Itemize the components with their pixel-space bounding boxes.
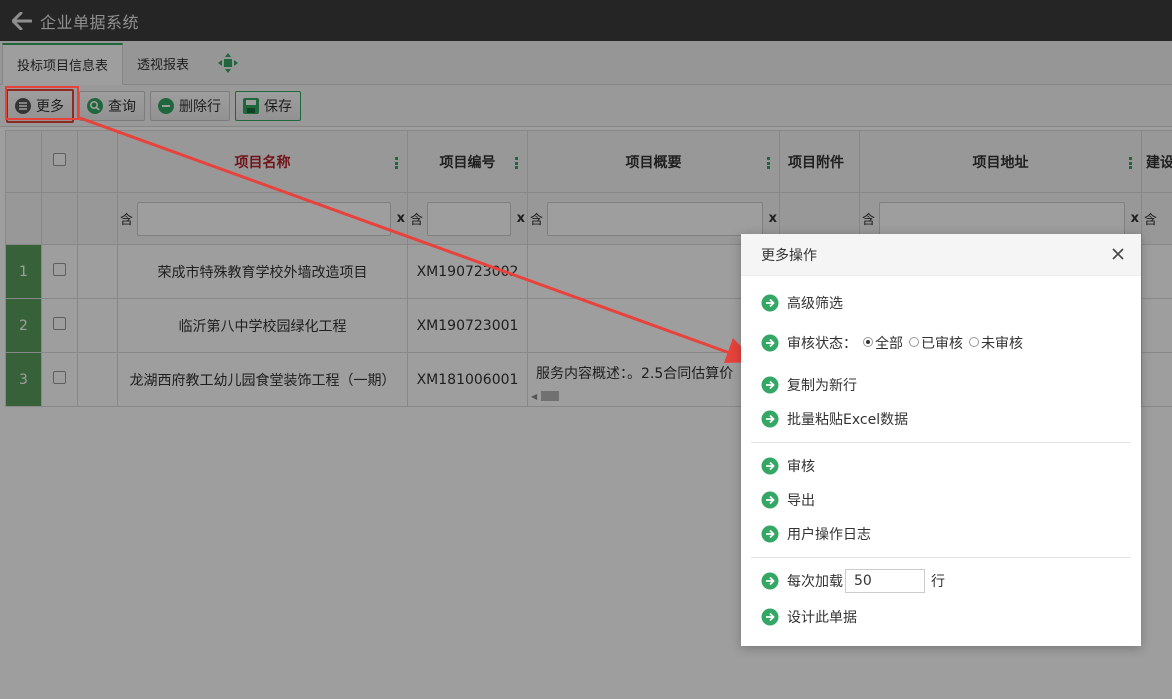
menu-item-per-load: 每次加载 50 行	[751, 564, 1131, 598]
arrow-right-circle-icon	[761, 294, 779, 312]
arrow-right-circle-icon	[761, 410, 779, 428]
menu-item-label: 审核	[787, 459, 815, 475]
arrow-right-circle-icon	[761, 491, 779, 509]
more-actions-dialog: 更多操作 高级筛选 审核状态： 全部 已审核 未审核 复制为新行 批量粘贴Exc…	[741, 234, 1141, 646]
menu-item-advanced-filter[interactable]: 高级筛选	[751, 286, 1131, 320]
menu-divider	[751, 557, 1131, 558]
radio-audit-done[interactable]	[909, 337, 919, 347]
arrow-right-circle-icon	[761, 457, 779, 475]
more-button-highlight	[5, 86, 79, 120]
arrow-right-circle-icon	[761, 334, 779, 352]
close-icon[interactable]	[1109, 245, 1127, 263]
dialog-header: 更多操作	[741, 234, 1141, 276]
menu-item-label: 设计此单据	[787, 610, 857, 626]
radio-label[interactable]: 未审核	[981, 333, 1023, 353]
radio-audit-all[interactable]	[863, 337, 873, 347]
per-load-label: 每次加载	[787, 574, 843, 590]
menu-divider	[751, 442, 1131, 443]
menu-item-label: 高级筛选	[787, 296, 843, 312]
dialog-title: 更多操作	[761, 247, 817, 264]
menu-item-paste-excel[interactable]: 批量粘贴Excel数据	[751, 402, 1131, 436]
per-load-input[interactable]: 50	[845, 569, 925, 593]
menu-item-export[interactable]: 导出	[751, 483, 1131, 517]
arrow-right-circle-icon	[761, 525, 779, 543]
radio-label[interactable]: 全部	[875, 333, 903, 353]
radio-audit-pending[interactable]	[969, 337, 979, 347]
menu-item-label: 导出	[787, 493, 815, 509]
arrow-right-circle-icon	[761, 572, 779, 590]
menu-item-label: 复制为新行	[787, 378, 857, 394]
per-load-unit: 行	[931, 574, 945, 590]
menu-item-label: 用户操作日志	[787, 527, 871, 543]
menu-item-label: 批量粘贴Excel数据	[787, 412, 909, 428]
menu-item-audit-status: 审核状态： 全部 已审核 未审核	[751, 326, 1131, 360]
menu-item-user-log[interactable]: 用户操作日志	[751, 517, 1131, 551]
menu-item-design[interactable]: 设计此单据	[751, 600, 1131, 634]
menu-item-copy-new-row[interactable]: 复制为新行	[751, 368, 1131, 402]
radio-label[interactable]: 已审核	[921, 333, 963, 353]
arrow-right-circle-icon	[761, 376, 779, 394]
arrow-right-circle-icon	[761, 608, 779, 626]
menu-item-audit[interactable]: 审核	[751, 449, 1131, 483]
audit-status-label: 审核状态：	[787, 336, 857, 352]
